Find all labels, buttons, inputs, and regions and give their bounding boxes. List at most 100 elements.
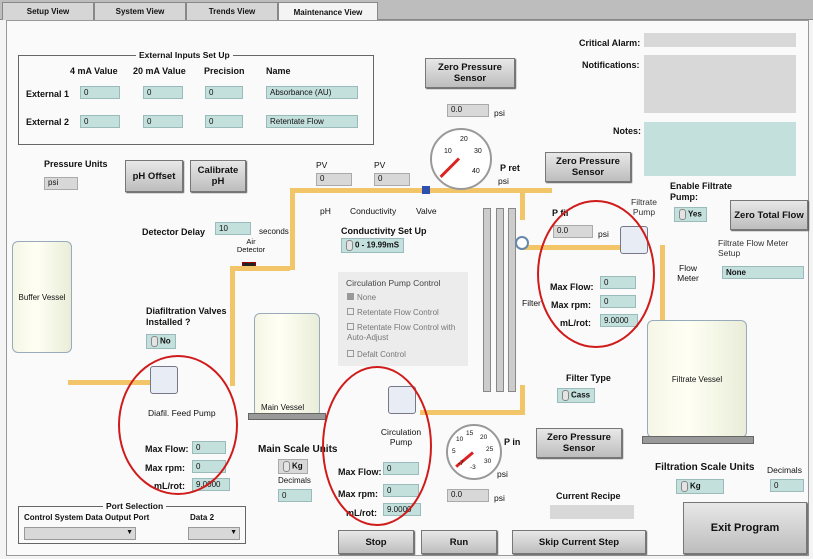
- pipe: [660, 245, 665, 325]
- external-2-20ma-field[interactable]: 0: [143, 115, 183, 128]
- circ-option-label: Defalt Control: [357, 350, 406, 359]
- pressure-units-field[interactable]: psi: [44, 177, 78, 190]
- stop-button[interactable]: Stop: [338, 530, 414, 554]
- header-precision: Precision: [204, 66, 245, 76]
- flow-meter-setup-field[interactable]: None: [722, 266, 804, 279]
- spinner-icon[interactable]: [681, 481, 688, 492]
- zero-pressure-button-ret[interactable]: Zero Pressure Sensor: [545, 152, 631, 182]
- pipe: [520, 190, 525, 220]
- gauge-tick: 20: [460, 136, 468, 143]
- current-recipe-label: Current Recipe: [556, 491, 621, 501]
- gauge-tick: 40: [472, 168, 480, 175]
- notifications-label: Notifications:: [582, 60, 640, 70]
- circ-option-none[interactable]: None: [347, 293, 376, 302]
- skip-step-button[interactable]: Skip Current Step: [512, 530, 646, 554]
- filtration-decimals-field[interactable]: 0: [770, 479, 804, 492]
- valve-label: Valve: [416, 206, 437, 216]
- spinner-icon[interactable]: [679, 209, 686, 220]
- external-2-name-field[interactable]: Retentate Flow: [266, 115, 358, 128]
- zero-pressure-button-top[interactable]: Zero Pressure Sensor: [425, 58, 515, 88]
- filtrate-vessel: Filtrate Vessel: [647, 320, 747, 438]
- zero-total-flow-button[interactable]: Zero Total Flow: [730, 200, 808, 230]
- header-name: Name: [266, 66, 291, 76]
- tab-trends-view[interactable]: Trends View: [186, 2, 278, 20]
- output-port-label: Control System Data Output Port: [24, 513, 150, 522]
- filter-type-field[interactable]: Cass: [557, 388, 596, 403]
- ph-offset-button[interactable]: pH Offset: [125, 160, 183, 192]
- spinner-icon[interactable]: [562, 390, 569, 401]
- gauge-tick: 5: [452, 448, 456, 455]
- tab-maintenance-view[interactable]: Maintenance View: [278, 2, 378, 21]
- external-1-4ma-field[interactable]: 0: [80, 86, 120, 99]
- circ-option-auto-adjust[interactable]: Retentate Flow Control with Auto-Adjust: [347, 323, 462, 343]
- main-scale-value: Kg: [292, 461, 303, 471]
- pressure-top-unit: psi: [494, 108, 505, 118]
- zero-pressure-button-in[interactable]: Zero Pressure Sensor: [536, 428, 622, 458]
- detector-delay-field[interactable]: 10: [215, 222, 251, 235]
- spinner-icon[interactable]: [346, 240, 353, 251]
- gauge-tick: 25: [486, 446, 494, 453]
- spinner-icon[interactable]: [283, 461, 290, 472]
- highlight-oval: [322, 366, 432, 526]
- filter-column: [483, 208, 491, 392]
- pipe: [520, 385, 525, 413]
- chevron-down-icon[interactable]: ▼: [126, 529, 133, 536]
- pin-label: P in: [504, 437, 521, 447]
- gauge-tick: 15: [466, 430, 474, 437]
- circ-option-retentate[interactable]: Retentate Flow Control: [347, 308, 439, 317]
- exit-program-button[interactable]: Exit Program: [683, 502, 807, 554]
- pressure-units-label: Pressure Units: [44, 159, 108, 169]
- gauge-tick: 30: [484, 458, 492, 465]
- diafiltration-label: Diafiltration Valves Installed ?: [146, 306, 227, 327]
- filter-type-value: Cass: [571, 390, 591, 400]
- current-recipe-field: [550, 505, 634, 519]
- flow-meter-setup-label: Filtrate Flow Meter Setup: [718, 238, 789, 258]
- external-2-label: External 2: [26, 117, 70, 127]
- circ-option-default[interactable]: Defalt Control: [347, 350, 406, 359]
- chevron-down-icon[interactable]: ▼: [230, 529, 237, 536]
- header-20ma: 20 mA Value: [133, 66, 186, 76]
- run-button[interactable]: Run: [421, 530, 497, 554]
- external-1-precision-field[interactable]: 0: [205, 86, 243, 99]
- critical-alarm-label: Critical Alarm:: [579, 38, 641, 48]
- output-port-select[interactable]: ▼: [24, 527, 136, 540]
- conductivity-setup-field[interactable]: 0 - 19.99mS: [341, 238, 405, 253]
- external-2-4ma-field[interactable]: 0: [80, 115, 120, 128]
- pret-gauge: 10 20 30 40: [430, 128, 492, 190]
- ph-pv-field: 0: [316, 173, 352, 186]
- main-decimals-field[interactable]: 0: [278, 489, 312, 502]
- conductivity-setup-value: 0 - 19.99mS: [355, 240, 400, 250]
- pipe: [290, 188, 552, 193]
- gauge-tick: -3: [470, 464, 476, 471]
- main-decimals-label: Decimals: [278, 476, 311, 485]
- highlight-oval: [537, 200, 655, 348]
- main-scale-field[interactable]: Kg: [278, 459, 308, 474]
- conductivity-setup-label: Conductivity Set Up: [341, 226, 427, 236]
- pipe: [290, 190, 295, 270]
- notes-field[interactable]: [644, 122, 796, 176]
- conductivity-label: Conductivity: [350, 206, 397, 216]
- flow-meter-label: Flow Meter: [677, 263, 699, 283]
- spinner-icon[interactable]: [151, 336, 158, 347]
- valve-icon: [422, 186, 430, 194]
- tab-setup-view[interactable]: Setup View: [2, 2, 94, 20]
- external-2-precision-field[interactable]: 0: [205, 115, 243, 128]
- main-vessel: [254, 313, 320, 417]
- main-scale-platform: [248, 413, 326, 420]
- filtration-scale-field[interactable]: Kg: [676, 479, 724, 494]
- header-4ma: 4 mA Value: [70, 66, 118, 76]
- data2-select[interactable]: ▼: [188, 527, 240, 540]
- external-1-20ma-field[interactable]: 0: [143, 86, 183, 99]
- enable-filtrate-field[interactable]: Yes: [674, 207, 707, 222]
- diafiltration-field[interactable]: No: [146, 334, 176, 349]
- external-1-name-field[interactable]: Absorbance (AU): [266, 86, 358, 99]
- calibrate-ph-button[interactable]: Calibrate pH: [190, 160, 246, 192]
- filtration-scale-platform: [642, 436, 754, 444]
- gauge-tick: 10: [456, 436, 464, 443]
- filter-column: [496, 208, 504, 392]
- diafiltration-value: No: [160, 336, 171, 346]
- tab-system-view[interactable]: System View: [94, 2, 186, 20]
- tab-bar: Setup View System View Trends View Maint…: [0, 0, 813, 21]
- main-vessel-label: Main Vessel: [261, 403, 305, 412]
- pv-label: PV: [374, 160, 386, 170]
